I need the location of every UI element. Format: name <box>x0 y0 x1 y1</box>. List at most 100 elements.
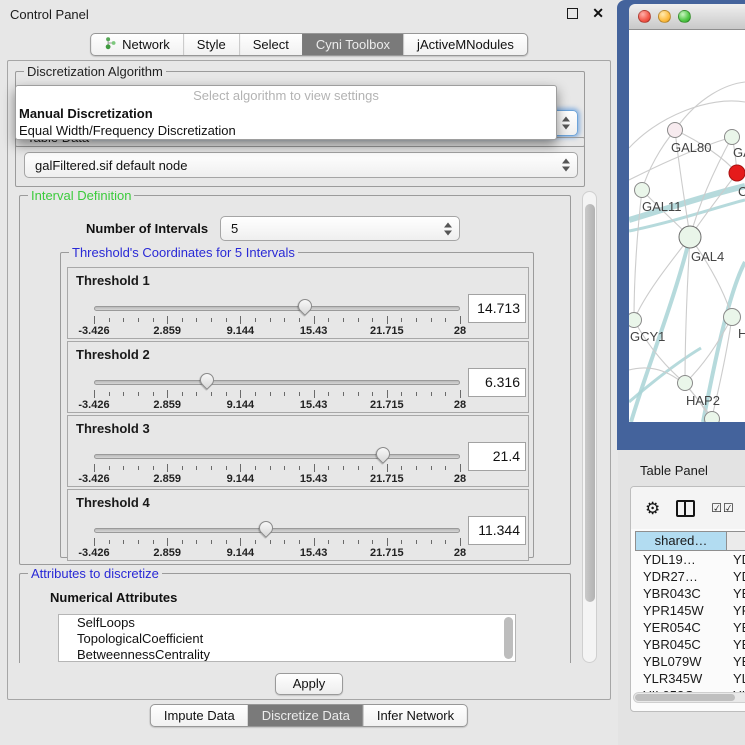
number-of-intervals-value: 5 <box>231 221 238 236</box>
cell-name[interactable]: YLR3 <box>727 670 745 687</box>
column-header-shared-name[interactable]: shared… <box>635 531 727 551</box>
cell-shared-name[interactable]: YBR045C <box>635 636 727 653</box>
slider-ticks <box>94 464 460 472</box>
threshold-3-value-field[interactable]: 21.4 <box>468 442 526 471</box>
threshold-3-slider[interactable]: -3.4262.8599.14415.4321.71528 <box>94 452 460 486</box>
table-horizontal-scrollbar[interactable] <box>633 692 745 703</box>
table-row[interactable]: YLR345WYLR3 <box>635 670 745 687</box>
tick-mark <box>445 318 446 322</box>
dropdown-option-manual[interactable]: Manual Discretization <box>16 105 556 122</box>
table-row[interactable]: YBR045CYBR0 <box>635 636 745 653</box>
cell-shared-name[interactable]: YER054C <box>635 619 727 636</box>
slider-thumb[interactable] <box>295 296 315 316</box>
threshold-4-value-field[interactable]: 11.344 <box>468 516 526 545</box>
dropdown-option-equal-width[interactable]: Equal Width/Frequency Discretization <box>16 122 556 139</box>
cyni-toolbox-panel: Discretization Algorithm Select algorith… <box>7 60 611 700</box>
slider-ticks <box>94 538 460 546</box>
tab-jactivemnodules[interactable]: jActiveMNodules <box>403 34 527 55</box>
slider-tick-labels: -3.4262.8599.14415.4321.71528 <box>94 399 460 411</box>
threshold-2-value-field[interactable]: 6.316 <box>468 368 526 397</box>
slider-thumb[interactable] <box>256 518 276 538</box>
tab-select[interactable]: Select <box>239 34 302 55</box>
scrollbar-thumb[interactable] <box>585 204 595 602</box>
column-layout-icon[interactable] <box>676 500 695 517</box>
table-data-value: galFiltered.sif default node <box>35 158 187 173</box>
tick-mark <box>372 540 373 544</box>
tab-infer-network[interactable]: Infer Network <box>363 705 467 726</box>
tick-mark <box>270 318 271 322</box>
cell-name[interactable]: YDL1 <box>727 551 745 568</box>
numerical-attributes-list[interactable]: SelfLoops TopologicalCoefficient Between… <box>58 614 516 662</box>
select-checkboxes-icon[interactable]: ☑☑ <box>711 501 735 515</box>
slider-track <box>94 454 460 459</box>
attributes-group: Attributes to discretize Numerical Attri… <box>19 573 571 663</box>
slider-track <box>94 528 460 533</box>
list-item[interactable]: TopologicalCoefficient <box>59 631 515 647</box>
apply-button[interactable]: Apply <box>275 673 343 695</box>
close-icon[interactable]: ✕ <box>592 5 604 22</box>
tick-mark <box>372 392 373 396</box>
tick-mark <box>196 392 197 396</box>
tab-impute-data[interactable]: Impute Data <box>151 705 248 726</box>
scrollbar-thumb[interactable] <box>635 694 735 701</box>
cell-name[interactable]: YBR0 <box>727 585 745 602</box>
cell-shared-name[interactable]: YDR27… <box>635 568 727 585</box>
table-row[interactable]: YPR145WYPR1 <box>635 602 745 619</box>
table-row[interactable]: YBR043CYBR0 <box>635 585 745 602</box>
algorithm-placeholder: Select algorithm to view settings <box>16 86 556 105</box>
list-item[interactable]: BetweennessCentrality <box>59 647 515 662</box>
minimize-traffic-light-icon[interactable] <box>658 10 671 23</box>
threshold-1-slider[interactable]: -3.4262.8599.14415.4321.71528 <box>94 304 460 338</box>
network-canvas[interactable]: GAL80 GAL11 GAL4 GCY1 HAP2 GA C H <box>629 30 745 422</box>
cell-name[interactable]: YDR2 <box>727 568 745 585</box>
cell-shared-name[interactable]: YBR043C <box>635 585 727 602</box>
close-traffic-light-icon[interactable] <box>638 10 651 23</box>
tick-mark <box>240 316 241 324</box>
slider-thumb[interactable] <box>198 370 218 390</box>
threshold-4-slider[interactable]: -3.4262.8599.14415.4321.71528 <box>94 526 460 560</box>
table-data-combobox[interactable]: galFiltered.sif default node <box>24 152 578 178</box>
cell-name[interactable]: YER0 <box>727 619 745 636</box>
table-row[interactable]: YDL19…YDL1 <box>635 551 745 568</box>
combo-stepper-icon <box>562 117 570 130</box>
cell-shared-name[interactable]: YBL079W <box>635 653 727 670</box>
tick-mark <box>299 540 300 544</box>
panel-scrollbar[interactable] <box>582 191 597 663</box>
number-of-intervals-combobox[interactable]: 5 <box>220 216 460 241</box>
tab-network[interactable]: Network <box>91 34 183 55</box>
threshold-2-slider[interactable]: -3.4262.8599.14415.4321.71528 <box>94 378 460 412</box>
node-label-hap2: HAP2 <box>686 393 720 408</box>
slider-thumb[interactable] <box>373 444 393 464</box>
table-row[interactable]: YER054CYER0 <box>635 619 745 636</box>
cell-shared-name[interactable]: YDL19… <box>635 551 727 568</box>
list-scrollbar[interactable] <box>504 617 513 659</box>
threshold-3-label: Threshold 3 <box>76 421 150 436</box>
tick-mark <box>299 392 300 396</box>
node-label-partial-ga: GA <box>733 145 745 160</box>
tick-mark <box>284 540 285 544</box>
cell-name[interactable]: YPR1 <box>727 602 745 619</box>
tick-mark <box>284 318 285 322</box>
cell-name[interactable]: YBL0 <box>727 653 745 670</box>
tab-cyni-toolbox[interactable]: Cyni Toolbox <box>302 34 403 55</box>
list-item[interactable]: SelfLoops <box>59 615 515 631</box>
threshold-4-label: Threshold 4 <box>76 495 150 510</box>
cell-shared-name[interactable]: YPR145W <box>635 602 727 619</box>
tick-mark <box>460 464 461 472</box>
threshold-1-value-field[interactable]: 14.713 <box>468 294 526 323</box>
interval-definition-group: Interval Definition Number of Intervals … <box>19 195 571 565</box>
tab-style[interactable]: Style <box>183 34 239 55</box>
table-row[interactable]: YBL079WYBL0 <box>635 653 745 670</box>
tab-discretize-data[interactable]: Discretize Data <box>248 705 363 726</box>
cell-name[interactable]: YBR0 <box>727 636 745 653</box>
tick-label: 9.144 <box>227 547 255 559</box>
cell-shared-name[interactable]: YLR345W <box>635 670 727 687</box>
threshold-row-2: Threshold 2 -3.4262.8599.14415.4321.7152… <box>67 341 529 413</box>
float-window-icon[interactable] <box>567 8 578 19</box>
gear-icon[interactable]: ⚙ <box>645 500 660 517</box>
zoom-traffic-light-icon[interactable] <box>678 10 691 23</box>
column-header-name[interactable]: na <box>727 531 745 551</box>
table-row[interactable]: YDR27…YDR2 <box>635 568 745 585</box>
tick-mark <box>387 538 388 546</box>
tick-mark <box>401 318 402 322</box>
